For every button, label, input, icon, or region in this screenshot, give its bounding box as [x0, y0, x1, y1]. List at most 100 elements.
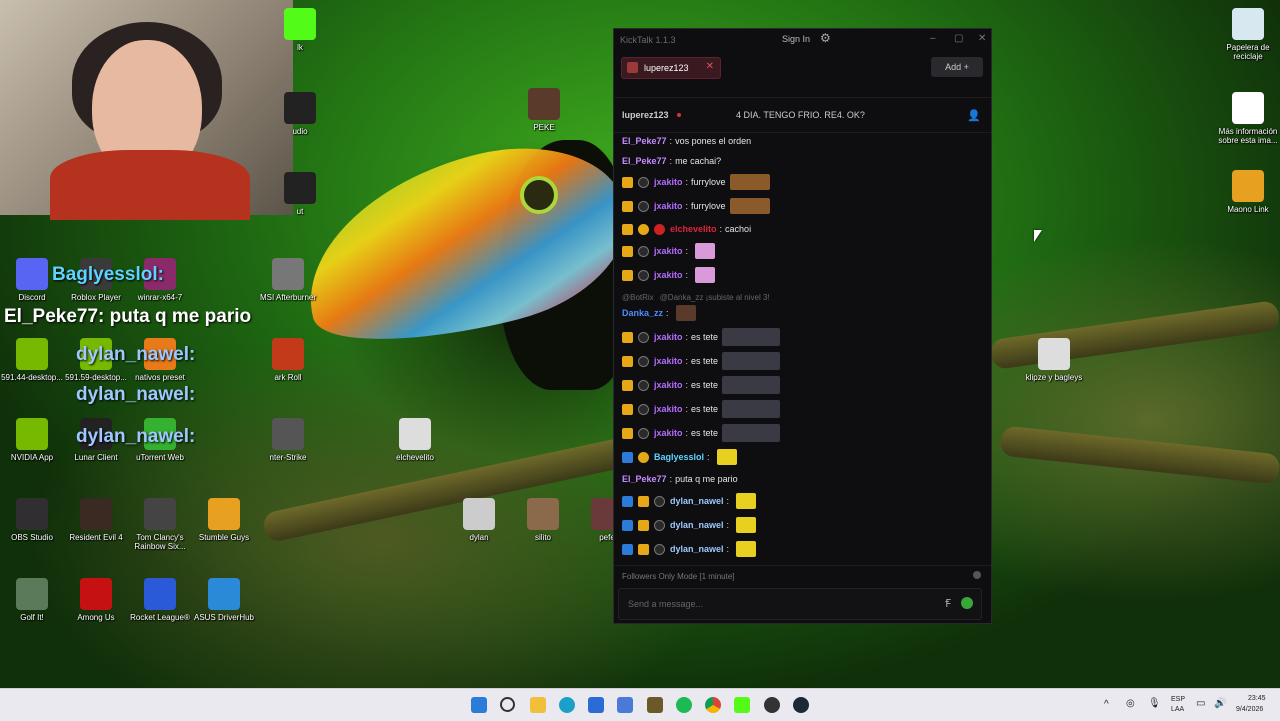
emote-image	[729, 198, 770, 214]
message-username[interactable]: jxakito	[654, 404, 683, 414]
store-icon[interactable]	[588, 697, 604, 713]
message-text: me cachai?	[675, 156, 722, 166]
message-username[interactable]: jxakito	[654, 177, 683, 187]
message-username[interactable]: El_Peke77	[622, 136, 667, 146]
message-username[interactable]: jxakito	[654, 428, 683, 438]
message-username[interactable]: dylan_nawel	[670, 544, 724, 554]
file-explorer-icon[interactable]	[530, 697, 546, 713]
message-input[interactable]: Send a message... Ꞙ	[618, 588, 982, 620]
desktop-icon[interactable]: Tom Clancy's Rainbow Six...	[128, 498, 192, 551]
message-text: cachoi	[725, 224, 752, 234]
close-tab-icon[interactable]: ✕	[706, 61, 714, 72]
desktop-icon-label: dylan	[469, 533, 489, 542]
message-username[interactable]: jxakito	[654, 332, 683, 342]
chat-message: jxakito: es tete	[622, 328, 781, 346]
desktop-icon[interactable]: elchevelito	[383, 418, 447, 462]
minimize-icon[interactable]: –	[930, 33, 936, 44]
message-username[interactable]: El_Peke77	[622, 156, 667, 166]
sun-badge-icon	[654, 495, 665, 507]
desktop-icon[interactable]: Among Us	[64, 578, 128, 622]
microphone-icon[interactable]: 🎙	[1148, 698, 1161, 709]
minecraft-icon[interactable]	[647, 697, 663, 713]
user-list-icon[interactable]: 👤	[967, 109, 981, 122]
message-username[interactable]: jxakito	[654, 246, 683, 256]
info-icon[interactable]	[973, 571, 981, 579]
gear-icon[interactable]: ⚙	[820, 31, 831, 45]
desktop-icon-label: Rocket League®	[130, 613, 190, 622]
app-icon[interactable]	[764, 697, 780, 713]
desktop-icon[interactable]: lk	[268, 8, 332, 52]
sign-in-button[interactable]: Sign In	[776, 33, 816, 45]
steam-icon[interactable]	[793, 697, 809, 713]
translate-icon[interactable]: Ꞙ	[945, 596, 951, 611]
desktop-icon[interactable]: OBS Studio	[0, 498, 64, 542]
message-username[interactable]: jxakito	[654, 356, 683, 366]
desktop-icon[interactable]: dylan	[447, 498, 511, 542]
message-username[interactable]: jxakito	[654, 380, 683, 390]
desktop-icon[interactable]: Maono Link	[1216, 170, 1280, 214]
monitor-icon[interactable]: ▭	[1196, 698, 1205, 709]
crown-badge-icon	[622, 331, 633, 343]
desktop-app-icon	[144, 578, 176, 610]
message-username[interactable]: dylan_nawel	[670, 496, 724, 506]
desktop-icon[interactable]: silito	[511, 498, 575, 542]
edge-icon[interactable]	[559, 697, 575, 713]
search-icon[interactable]	[500, 697, 515, 712]
add-channel-button[interactable]: Add +	[931, 57, 983, 77]
message-username[interactable]: jxakito	[654, 201, 683, 211]
desktop-icon[interactable]: Golf It!	[0, 578, 64, 622]
message-username[interactable]: Danka_zz	[622, 308, 663, 318]
tab-luperez123[interactable]: luperez123 ✕	[621, 57, 721, 79]
desktop-icon[interactable]: PEKE	[512, 88, 576, 132]
emote-picker-icon[interactable]	[961, 597, 973, 609]
message-username[interactable]: elchevelito	[670, 224, 717, 234]
desktop-icon[interactable]: klipze y bagleys	[1022, 338, 1086, 382]
message-username[interactable]: El_Peke77	[622, 474, 667, 484]
desktop-app-icon	[463, 498, 495, 530]
desktop-icon-label: Papelera de reciclaje	[1226, 43, 1270, 61]
one-badge-icon	[638, 451, 649, 463]
desktop-icon[interactable]: Más información sobre esta ima...	[1216, 92, 1280, 145]
network-icon[interactable]: ◎	[1126, 698, 1135, 709]
desktop-icon-label: OBS Studio	[11, 533, 53, 542]
desktop-icon[interactable]: Stumble Guys	[192, 498, 256, 542]
maximize-icon[interactable]: ▢	[954, 33, 963, 44]
tab-label: luperez123	[644, 63, 689, 73]
message-text: furrylove	[691, 201, 726, 211]
clock-date[interactable]: 9/4/2026	[1236, 706, 1263, 713]
desktop-icon[interactable]: Rocket League®	[128, 578, 192, 622]
chevron-up-icon[interactable]: ^	[1104, 699, 1109, 710]
app-icon[interactable]	[617, 697, 633, 713]
language-top[interactable]: ESP	[1171, 696, 1185, 703]
desktop-app-icon	[144, 498, 176, 530]
chrome-icon[interactable]	[705, 697, 721, 713]
language-bottom[interactable]: LAA	[1171, 706, 1184, 713]
message-username[interactable]: Baglyesslol	[654, 452, 704, 462]
followers-only-notice: Followers Only Mode [1 minute]	[622, 572, 735, 581]
message-username[interactable]: dylan_nawel	[670, 520, 724, 530]
desktop-icon[interactable]: ut	[268, 172, 332, 216]
crown-badge-icon	[622, 355, 633, 367]
message-text: furrylove	[691, 177, 726, 187]
close-icon[interactable]: ✕	[978, 33, 986, 44]
desktop-icon[interactable]: Papelera de reciclaje	[1216, 8, 1280, 61]
emote-image	[675, 305, 696, 321]
desktop-icon-label: klipze y bagleys	[1025, 373, 1083, 382]
message-text: @Danka_zz ¡subiste al nivel 3!	[659, 292, 770, 302]
desktop-icon[interactable]: ASUS DriverHub	[192, 578, 256, 622]
start-icon[interactable]	[471, 697, 487, 713]
message-username[interactable]: jxakito	[654, 270, 683, 280]
kicktalk-taskbar-icon[interactable]	[734, 697, 750, 713]
message-username[interactable]: @BotRix	[622, 293, 654, 302]
desktop-icon[interactable]: Resident Evil 4	[64, 498, 128, 542]
username-colon: :	[685, 177, 689, 187]
sun-badge-icon	[638, 269, 649, 281]
crown-badge-icon	[638, 495, 649, 507]
clock-time[interactable]: 23:45	[1248, 695, 1266, 702]
spotify-icon[interactable]	[676, 697, 692, 713]
volume-icon[interactable]: 🔊	[1214, 698, 1226, 709]
desktop-icon-label: silito	[534, 533, 551, 542]
desktop-icon[interactable]: udio	[268, 92, 332, 136]
crown-badge-icon	[622, 200, 633, 212]
emote-image	[729, 174, 770, 190]
